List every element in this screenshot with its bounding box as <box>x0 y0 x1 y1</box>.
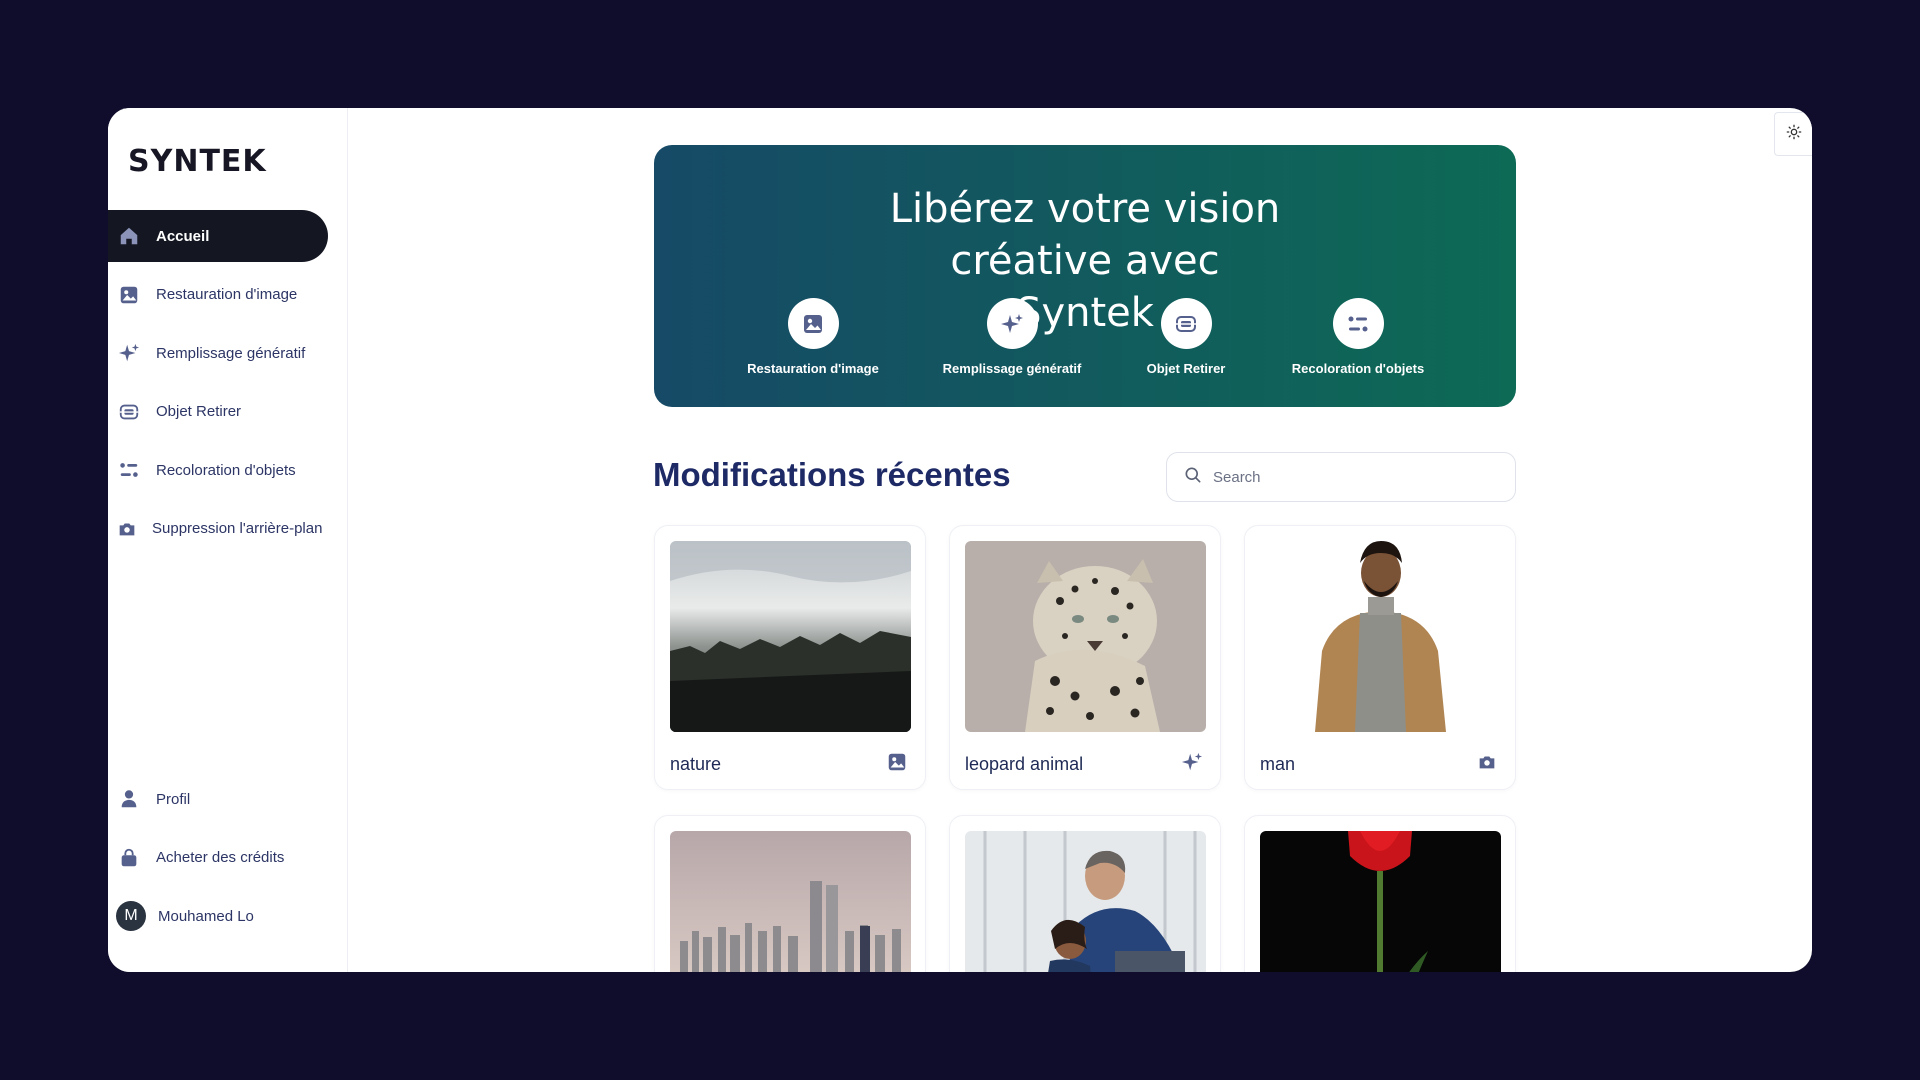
card-title: man <box>1260 754 1296 774</box>
scan-icon <box>116 399 142 425</box>
sun-icon <box>1786 124 1802 145</box>
sidebar-bottom: Profil Acheter des crédits M Mouhamed Lo <box>108 773 348 942</box>
image-card-tulip[interactable] <box>1244 815 1516 972</box>
image-card-man[interactable]: man <box>1244 525 1516 790</box>
camera-icon <box>1476 751 1500 775</box>
sidebar-item-label: Acheter des crédits <box>156 849 285 867</box>
user-icon <box>116 786 142 812</box>
feature-remplissage[interactable]: Remplissage génératif <box>922 298 1102 376</box>
thumbnail-man <box>1260 541 1501 732</box>
sidebar-nav: Accueil Restauration d'image Remplissage… <box>108 210 348 562</box>
card-title: nature <box>670 754 722 774</box>
search-input[interactable] <box>1213 468 1493 486</box>
image-card-leopard[interactable]: leopard animal <box>949 525 1221 790</box>
sidebar-item-label: Restauration d'image <box>156 286 298 304</box>
sidebar-item-label: Profil <box>156 790 191 808</box>
camera-icon <box>114 516 140 542</box>
sparkles-icon <box>1181 751 1205 775</box>
image-icon <box>787 298 839 349</box>
filter-icon <box>116 457 142 483</box>
recent-grid: nature leopard animal man <box>654 525 1516 972</box>
logo[interactable]: SYNTEK <box>128 144 267 179</box>
sidebar-item-label: Suppression l'arrière-plan <box>152 520 323 538</box>
search-box[interactable] <box>1166 452 1516 502</box>
sidebar-item-recoloration[interactable]: Recoloration d'objets <box>108 444 328 496</box>
image-icon <box>116 282 142 308</box>
sidebar-item-accueil[interactable]: Accueil <box>108 210 328 262</box>
sidebar-item-label: Objet Retirer <box>156 403 242 421</box>
thumbnail-leopard <box>965 541 1206 732</box>
sparkles-icon <box>116 340 142 366</box>
sidebar-item-profil[interactable]: Profil <box>108 773 328 825</box>
thumbnail-tulip <box>1260 831 1501 972</box>
sidebar-item-label: Accueil <box>156 227 210 245</box>
home-icon <box>116 223 142 249</box>
feature-label: Remplissage génératif <box>942 361 1082 376</box>
hero-banner: Libérez votre vision créative avec Synte… <box>654 145 1516 407</box>
image-card-nature[interactable]: nature <box>654 525 926 790</box>
filter-icon <box>1332 298 1384 349</box>
thumbnail-nature <box>670 541 911 732</box>
sparkles-icon <box>986 298 1038 349</box>
feature-label: Objet Retirer <box>1146 361 1226 376</box>
feature-restauration[interactable]: Restauration d'image <box>723 298 903 376</box>
scan-icon <box>1160 298 1212 349</box>
avatar: M <box>116 901 146 932</box>
search-icon <box>1183 465 1213 490</box>
user-name: Mouhamed Lo <box>158 907 254 925</box>
hero-features: Restauration d'image Remplissage générat… <box>654 298 1516 378</box>
feature-label: Recoloration d'objets <box>1291 361 1425 376</box>
image-card-city[interactable] <box>654 815 926 972</box>
section-title: Modifications récentes <box>653 456 1011 493</box>
sidebar-item-suppression[interactable]: Suppression l'arrière-plan <box>108 503 328 555</box>
sidebar-item-remplissage[interactable]: Remplissage génératif <box>108 327 328 379</box>
thumbnail-city <box>670 831 911 972</box>
feature-label: Restauration d'image <box>747 361 879 376</box>
feature-objet-retirer[interactable]: Objet Retirer <box>1096 298 1276 376</box>
card-title: leopard animal <box>965 754 1084 774</box>
sidebar-item-label: Remplissage génératif <box>156 344 306 362</box>
theme-toggle-button[interactable] <box>1774 112 1812 156</box>
sidebar-item-objet-retirer[interactable]: Objet Retirer <box>108 386 328 438</box>
sidebar-item-acheter-credits[interactable]: Acheter des crédits <box>108 832 328 884</box>
user-account[interactable]: M Mouhamed Lo <box>108 890 348 942</box>
image-icon <box>886 751 910 775</box>
bag-icon <box>116 845 142 871</box>
hero-title-line: Libérez votre vision <box>889 186 1281 232</box>
sidebar-item-label: Recoloration d'objets <box>156 461 296 479</box>
thumbnail-office: gettyimages <box>965 831 1206 972</box>
app-window: SYNTEK Accueil Restauration d'image Remp… <box>108 108 1812 972</box>
image-card-office[interactable]: gettyimages <box>949 815 1221 972</box>
feature-recoloration[interactable]: Recoloration d'objets <box>1268 298 1448 376</box>
sidebar: SYNTEK Accueil Restauration d'image Remp… <box>108 108 348 972</box>
sidebar-item-restauration[interactable]: Restauration d'image <box>108 269 328 321</box>
